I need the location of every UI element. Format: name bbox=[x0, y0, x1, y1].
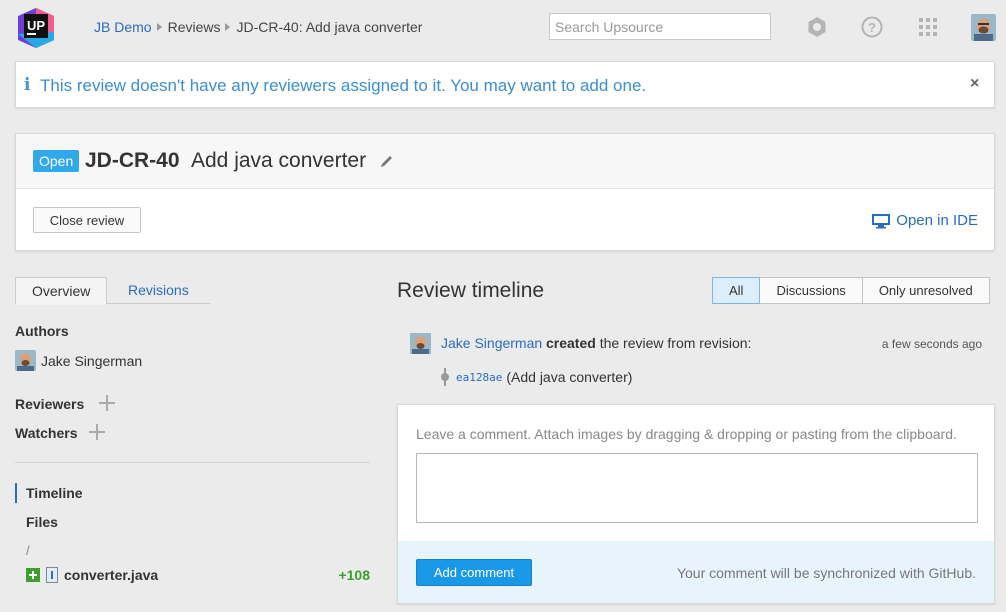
breadcrumb-separator-icon bbox=[225, 23, 231, 31]
review-title-bar: Open JD-CR-40 Add java converter bbox=[16, 134, 994, 189]
settings-gear-icon[interactable] bbox=[805, 15, 829, 39]
timeline-title: Review timeline bbox=[397, 279, 545, 302]
comment-hint: Leave a comment. Attach images by draggi… bbox=[416, 426, 957, 442]
sidebar-divider bbox=[15, 462, 370, 463]
monitor-icon bbox=[872, 213, 891, 228]
nav-files[interactable]: Files bbox=[26, 514, 58, 530]
timeline-event: Jake Singerman created the review from r… bbox=[410, 333, 982, 355]
apps-grid-icon[interactable] bbox=[916, 15, 940, 39]
info-icon: i bbox=[24, 75, 31, 95]
help-icon[interactable]: ? bbox=[860, 15, 884, 39]
search-input[interactable] bbox=[549, 13, 771, 40]
filter-only-unresolved[interactable]: Only unresolved bbox=[861, 277, 990, 304]
add-watcher-plus-icon[interactable] bbox=[89, 424, 105, 440]
add-reviewer-plus-icon[interactable] bbox=[99, 395, 115, 411]
breadcrumb-current: JD-CR-40: Add java converter bbox=[236, 19, 423, 35]
event-author-avatar bbox=[410, 333, 431, 354]
file-added-icon bbox=[26, 568, 40, 582]
revision-row: ea128ae (Add java converter) bbox=[440, 368, 632, 386]
revision-hash-link[interactable]: ea128ae bbox=[456, 371, 502, 384]
event-author-link[interactable]: Jake Singerman bbox=[441, 335, 542, 351]
nav-timeline[interactable]: Timeline bbox=[26, 485, 83, 501]
timeline-filter-group: All Discussions Only unresolved bbox=[712, 277, 990, 304]
status-badge: Open bbox=[33, 150, 80, 172]
breadcrumb: JB Demo Reviews JD-CR-40: Add java conve… bbox=[94, 19, 422, 35]
open-in-ide-label: Open in IDE bbox=[896, 212, 978, 229]
file-row[interactable]: converter.java +108 bbox=[26, 565, 370, 585]
event-description: created the review from revision: bbox=[546, 335, 751, 351]
comment-box: Leave a comment. Attach images by draggi… bbox=[397, 404, 995, 604]
close-icon[interactable]: × bbox=[970, 75, 984, 93]
review-header-card: Open JD-CR-40 Add java converter Close r… bbox=[15, 133, 995, 251]
tab-revisions[interactable]: Revisions bbox=[112, 277, 205, 305]
alert-message: This review doesn't have any reviewers a… bbox=[40, 76, 647, 95]
file-name: converter.java bbox=[64, 567, 159, 583]
author-name[interactable]: Jake Singerman bbox=[41, 353, 142, 369]
svg-text:UP: UP bbox=[27, 18, 45, 33]
breadcrumb-separator-icon bbox=[156, 23, 162, 31]
add-comment-button[interactable]: Add comment bbox=[416, 559, 532, 586]
event-timestamp: a few seconds ago bbox=[881, 337, 982, 351]
added-lines-count: +108 bbox=[338, 567, 370, 583]
sidebar-tabs: Overview Revisions bbox=[15, 277, 210, 305]
upsource-logo[interactable]: UP bbox=[14, 6, 58, 50]
comment-textarea[interactable] bbox=[416, 453, 978, 523]
java-file-icon bbox=[46, 567, 58, 583]
watchers-heading: Watchers bbox=[15, 425, 78, 441]
no-reviewers-alert: i This review doesn't have any reviewers… bbox=[15, 61, 995, 108]
authors-heading: Authors bbox=[15, 323, 69, 339]
breadcrumb-project[interactable]: JB Demo bbox=[94, 19, 152, 35]
user-avatar[interactable] bbox=[971, 14, 996, 41]
nav-active-indicator bbox=[15, 483, 17, 503]
svg-text:?: ? bbox=[868, 20, 876, 35]
filter-discussions[interactable]: Discussions bbox=[759, 277, 863, 304]
author-avatar bbox=[15, 350, 36, 371]
edit-pencil-icon[interactable] bbox=[379, 153, 395, 169]
review-title: Add java converter bbox=[191, 149, 367, 172]
file-tree-root: / bbox=[26, 543, 30, 558]
review-id: JD-CR-40 bbox=[85, 149, 180, 172]
reviewers-heading: Reviewers bbox=[15, 396, 85, 412]
breadcrumb-reviews[interactable]: Reviews bbox=[168, 19, 221, 35]
commit-icon bbox=[441, 368, 449, 386]
open-in-ide-link[interactable]: Open in IDE bbox=[871, 212, 978, 229]
filter-all[interactable]: All bbox=[712, 277, 761, 304]
sync-note: Your comment will be synchronized with G… bbox=[676, 565, 976, 581]
tab-overview[interactable]: Overview bbox=[15, 277, 108, 305]
revision-message: (Add java converter) bbox=[506, 369, 633, 385]
close-review-button[interactable]: Close review bbox=[33, 207, 141, 233]
event-action: created bbox=[546, 335, 596, 351]
top-bar: UP JB Demo Reviews JD-CR-40: Add java co… bbox=[0, 0, 1006, 56]
comment-footer: Add comment Your comment will be synchro… bbox=[398, 541, 994, 603]
event-action-rest: the review from revision: bbox=[595, 335, 752, 351]
